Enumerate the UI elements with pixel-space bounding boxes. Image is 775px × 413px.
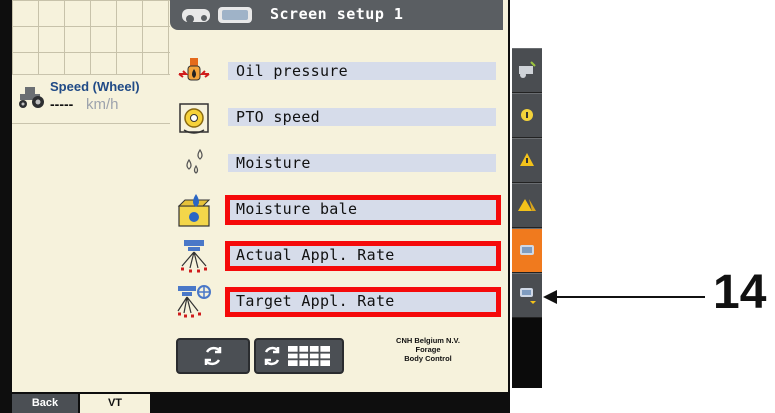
param-label: Target Appl. Rate <box>236 292 395 310</box>
company-line-forage: Forage <box>415 345 441 354</box>
company-name: CNH Belgium N.V. <box>396 336 460 345</box>
left-panel: Speed (Wheel) ----- km/h <box>12 0 170 392</box>
param-label: Actual Appl. Rate <box>236 246 395 264</box>
param-row-actual-rate[interactable]: Actual Appl. Rate <box>170 232 508 278</box>
header-bar: Screen setup 1 <box>170 0 503 30</box>
actual-rate-icon <box>181 240 207 273</box>
right-toolbar <box>512 48 542 388</box>
refresh-grid-icon <box>264 346 330 366</box>
company-info: CNH Belgium N.V. Forage Body Control <box>358 336 498 382</box>
tool-button-more[interactable] <box>512 273 542 318</box>
company-line-body-control: Body Control <box>404 354 452 363</box>
refresh-icon <box>204 346 222 366</box>
monitor-dropdown-icon <box>520 288 536 304</box>
tab-back[interactable]: Back <box>12 394 78 413</box>
param-label: Moisture <box>236 154 311 172</box>
speed-widget[interactable]: Speed (Wheel) ----- km/h <box>12 74 170 124</box>
param-label: Moisture bale <box>236 200 358 218</box>
monitor-setup-icon <box>520 245 534 255</box>
bottom-bar: CNH Belgium N.V. Forage Body Control <box>170 334 508 392</box>
tab-vt[interactable]: VT <box>80 394 150 413</box>
param-row-oil-pressure[interactable]: Oil pressure <box>170 48 508 94</box>
callout-number: 14 <box>713 266 767 319</box>
tool-button-info[interactable] <box>512 93 542 138</box>
tool-button-machine[interactable] <box>512 48 542 93</box>
param-label: Oil pressure <box>236 62 348 80</box>
speed-label: Speed (Wheel) <box>50 79 140 94</box>
param-label: PTO speed <box>236 108 320 126</box>
tool-button-warning[interactable] <box>512 138 542 183</box>
pto-speed-icon <box>179 103 209 134</box>
moisture-bale-icon <box>177 194 211 227</box>
page-title: Screen setup 1 <box>270 5 404 23</box>
tool-button-screen-setup[interactable] <box>512 228 542 273</box>
tractor-icon <box>16 85 46 114</box>
machine-settings-icon <box>519 61 536 78</box>
param-row-moisture-bale[interactable]: Moisture bale <box>170 186 508 232</box>
refresh-layout-button[interactable] <box>254 338 344 374</box>
speed-unit: km/h <box>86 96 119 113</box>
oil-pressure-icon <box>178 58 210 81</box>
param-row-moisture[interactable]: Moisture <box>170 140 508 186</box>
terminal-screen: Speed (Wheel) ----- km/h Screen setup 1 <box>0 0 510 413</box>
moisture-drops-icon <box>186 148 203 174</box>
screen-setup-panel: Screen setup 1 Oil pressure PTO speed Mo… <box>170 0 508 392</box>
target-rate-icon <box>177 285 211 318</box>
speed-value: ----- <box>50 96 74 112</box>
alarm-list-icon <box>518 199 536 211</box>
param-row-target-rate[interactable]: Target Appl. Rate <box>170 278 508 324</box>
refresh-button[interactable] <box>176 338 250 374</box>
info-icon <box>521 109 533 121</box>
callout-line <box>555 296 705 298</box>
tractor-monitor-icon <box>180 5 260 30</box>
warning-icon <box>520 153 534 166</box>
tool-button-alarm-list[interactable] <box>512 183 542 228</box>
work-grid <box>12 0 170 74</box>
param-row-pto-speed[interactable]: PTO speed <box>170 94 508 140</box>
